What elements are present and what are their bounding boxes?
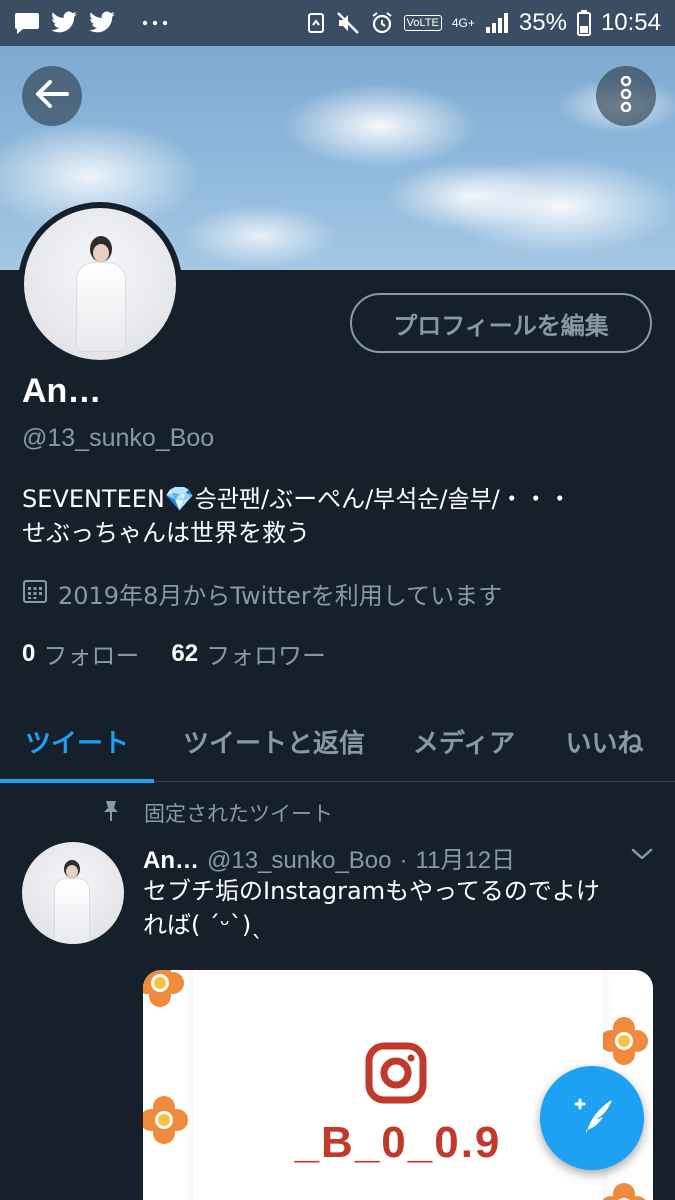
alarm-icon xyxy=(370,11,394,35)
mute-icon xyxy=(336,11,360,35)
tweet-text-line-1: セブチ垢のInstagramもやってるのでよけ xyxy=(143,877,600,905)
tab-tweets[interactable]: ツイート xyxy=(0,700,154,783)
more-dots-icon xyxy=(142,19,168,27)
twitter-icon xyxy=(88,11,116,35)
signal-icon xyxy=(485,12,509,34)
status-bar: VoLTE 4G+ 35% 10:54 xyxy=(0,0,675,46)
tab-likes[interactable]: いいね xyxy=(534,700,675,782)
tweet-separator: · xyxy=(399,847,408,874)
bio-line-1: SEVENTEEN💎승관팬/ぶーぺん/부석순/솔부/・・・ xyxy=(22,485,572,513)
tweet-author-handle: @13_sunko_Boo xyxy=(207,847,392,874)
back-button[interactable] xyxy=(22,66,82,126)
status-bar-right: VoLTE 4G+ 35% 10:54 xyxy=(306,9,661,37)
edit-profile-button[interactable]: プロフィールを編集 xyxy=(350,293,652,353)
tweet-text: セブチ垢のInstagramもやってるのでよけ れば( ˊᵕˋ)ˎ xyxy=(143,874,653,942)
joined-date: 2019年8月からTwitterを利用しています xyxy=(22,576,502,611)
tweet-author-name: An… xyxy=(143,847,199,874)
following-label: フォロー xyxy=(43,642,140,670)
tweet-header: An… @13_sunko_Boo · 11月12日 xyxy=(143,840,515,875)
clock: 10:54 xyxy=(600,9,661,36)
profile-name: An… xyxy=(22,372,102,410)
profile-tabs: ツイート ツイートと返信 メディア いいね xyxy=(0,700,675,783)
status-bar-left xyxy=(14,11,168,35)
vertical-dots-icon xyxy=(619,75,633,116)
message-icon xyxy=(14,11,40,35)
tweet-avatar[interactable] xyxy=(22,842,124,944)
battery-percent: 35% xyxy=(518,9,567,36)
arrow-left-icon xyxy=(35,79,69,113)
profile-avatar[interactable] xyxy=(18,202,182,366)
twitter-icon xyxy=(50,11,78,35)
profile-bio: SEVENTEEN💎승관팬/ぶーぺん/부석순/솔부/・・・ せぶっちゃんは世界を… xyxy=(22,482,652,550)
followers-label: フォロワー xyxy=(206,642,327,670)
follow-stats: 0 フォロー 62 フォロワー xyxy=(22,636,358,671)
recycle-icon xyxy=(306,11,326,35)
pin-icon xyxy=(100,799,122,828)
volte-badge: VoLTE xyxy=(403,15,442,31)
compose-feather-icon xyxy=(568,1094,616,1142)
joined-text: 2019年8月からTwitterを利用しています xyxy=(58,582,503,610)
compose-tweet-button[interactable] xyxy=(540,1066,644,1170)
flower-decoration xyxy=(600,1017,648,1065)
chevron-down-icon[interactable] xyxy=(630,846,654,866)
flower-decoration xyxy=(143,970,184,1007)
followers-link[interactable]: 62 フォロワー xyxy=(171,636,326,671)
avatar-photo xyxy=(24,208,176,360)
battery-icon xyxy=(576,10,591,36)
pinned-label: 固定されたツイート xyxy=(144,802,333,826)
more-options-button[interactable] xyxy=(596,66,656,126)
following-count: 0 xyxy=(22,639,36,667)
calendar-icon xyxy=(22,578,48,610)
network-type: 4G+ xyxy=(451,16,475,30)
profile-handle: @13_sunko_Boo xyxy=(22,424,215,452)
following-link[interactable]: 0 フォロー xyxy=(22,636,139,671)
instagram-icon xyxy=(365,1042,427,1108)
tab-tweets-and-replies[interactable]: ツイートと返信 xyxy=(154,700,394,782)
followers-count: 62 xyxy=(171,639,199,667)
pinned-indicator: 固定されたツイート xyxy=(100,798,333,828)
tweet-text-line-2: れば( ˊᵕˋ)ˎ xyxy=(143,911,264,939)
bio-line-2: せぶっちゃんは世界を救う xyxy=(22,519,310,547)
tweet-date: 11月12日 xyxy=(415,847,516,874)
tab-media[interactable]: メディア xyxy=(394,700,534,782)
flower-decoration xyxy=(602,1183,646,1200)
